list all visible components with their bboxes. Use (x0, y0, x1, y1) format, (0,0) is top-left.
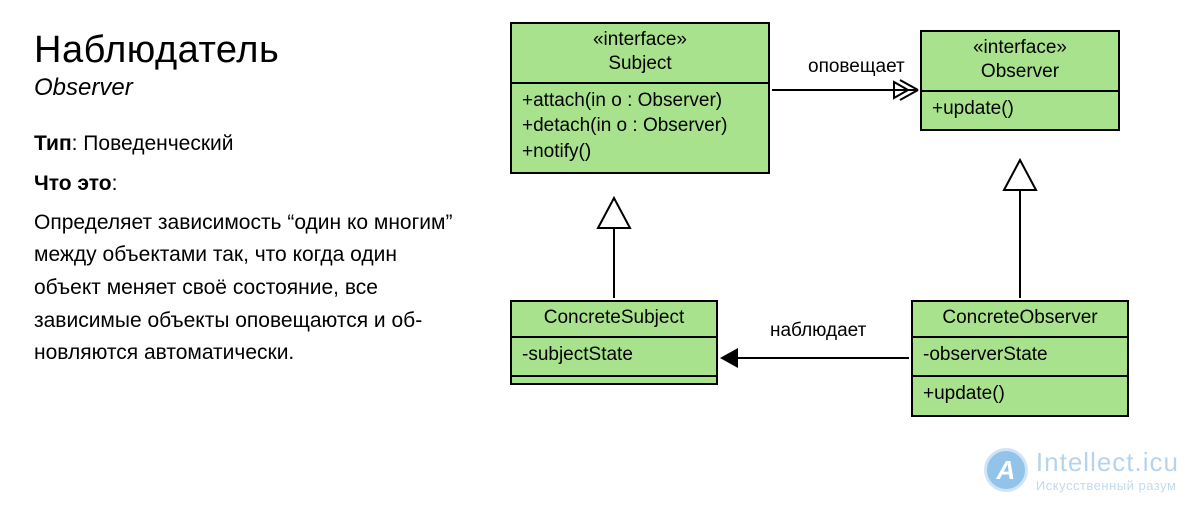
pattern-subtitle: Observer (34, 74, 454, 102)
uml-method: +attach(in o : Observer) (522, 88, 758, 114)
uml-class-concrete-subject: ConcreteSubject -subjectState (510, 300, 718, 385)
uml-header: «interface» Subject (512, 24, 768, 84)
uml-stereotype: «interface» (520, 28, 760, 52)
uml-classname: Subject (520, 52, 760, 76)
uml-classname: ConcreteObserver (921, 306, 1119, 330)
pattern-type-line: Тип: Поведенческий (34, 128, 454, 161)
uml-attr: -subjectState (522, 342, 706, 368)
uml-attrs: -subjectState (512, 338, 716, 378)
uml-methods: +attach(in o : Observer) +detach(in o : … (512, 84, 768, 173)
uml-class-subject: «interface» Subject +attach(in o : Obser… (510, 22, 770, 174)
uml-attr: -observerState (923, 342, 1117, 368)
uml-attrs: -observerState (913, 338, 1127, 378)
uml-method: +detach(in o : Observer) (522, 113, 758, 139)
uml-class-concrete-observer: ConcreteObserver -observerState +update(… (911, 300, 1129, 417)
type-value: Поведенческий (83, 132, 233, 155)
what-label: Что это (34, 172, 112, 195)
uml-methods: +update() (913, 377, 1127, 415)
type-label: Тип (34, 132, 72, 155)
uml-header: ConcreteSubject (512, 302, 716, 338)
uml-classname: ConcreteSubject (520, 306, 708, 330)
uml-method: +notify() (522, 139, 758, 165)
uml-diagram: «interface» Subject +attach(in o : Obser… (470, 0, 1197, 509)
uml-class-observer: «interface» Observer +update() (920, 30, 1120, 131)
rel-label-observes: наблюдает (770, 320, 866, 342)
uml-header: ConcreteObserver (913, 302, 1127, 338)
pattern-title: Наблюдатель (34, 30, 454, 72)
uml-classname: Observer (930, 60, 1110, 84)
pattern-description: Определяет зависимость “один ко многим” … (34, 207, 454, 370)
uml-stereotype: «interface» (930, 36, 1110, 60)
rel-label-notifies: оповещает (808, 56, 905, 78)
uml-method: +update() (923, 381, 1117, 407)
what-line: Что это: (34, 168, 454, 201)
uml-method: +update() (932, 96, 1108, 122)
uml-methods (512, 377, 716, 383)
info-panel: Наблюдатель Observer Тип: Поведенческий … (34, 30, 454, 370)
uml-header: «interface» Observer (922, 32, 1118, 92)
uml-methods: +update() (922, 92, 1118, 130)
